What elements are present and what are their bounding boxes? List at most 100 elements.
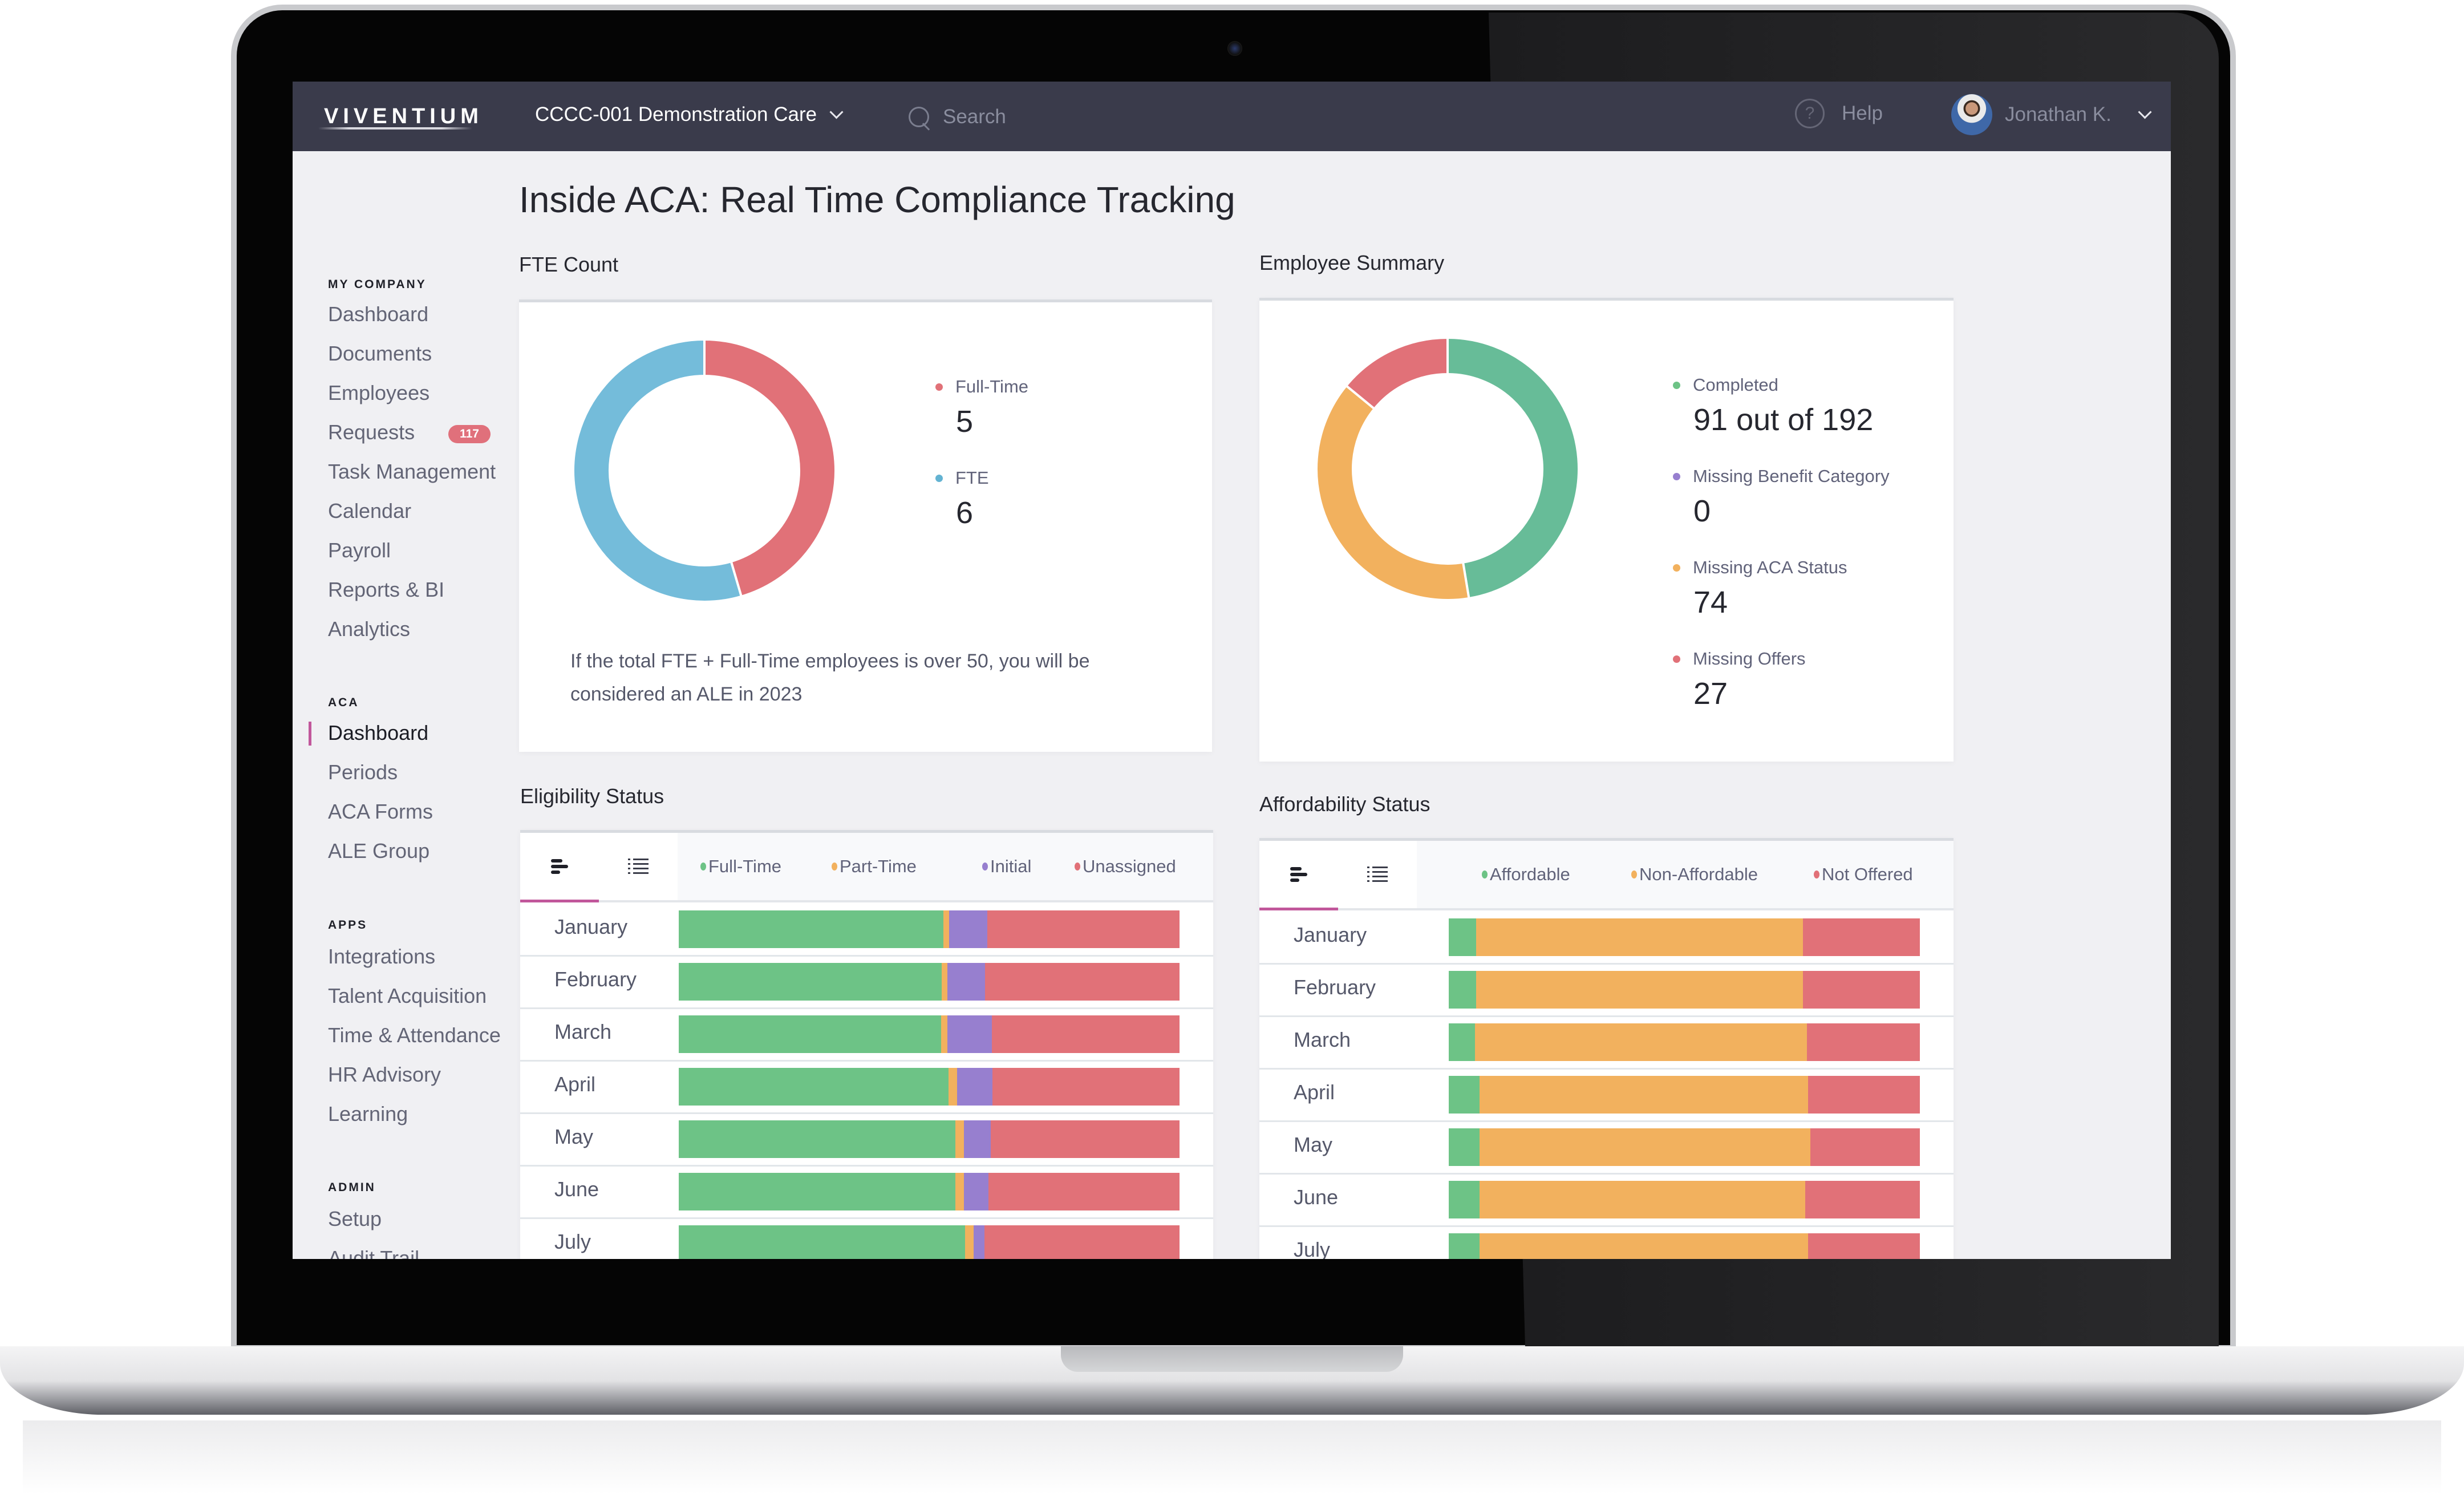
bar-segment-full-time[interactable] <box>679 963 942 1001</box>
user-menu[interactable]: Jonathan K. <box>1951 94 2152 135</box>
bar-segment-affordable[interactable] <box>1449 1181 1480 1218</box>
bar-segment-part-time[interactable] <box>955 1173 964 1210</box>
bar-segment-affordable[interactable] <box>1449 1233 1480 1259</box>
bar-segment-full-time[interactable] <box>679 1173 955 1210</box>
bar-segment-non-affordable[interactable] <box>1476 971 1804 1009</box>
table-row[interactable]: April <box>1259 1068 1954 1122</box>
table-row[interactable]: January <box>1259 910 1954 965</box>
bar-segment-initial[interactable] <box>957 1068 993 1106</box>
bar-segment-affordable[interactable] <box>1449 1023 1476 1061</box>
bar-segment-initial[interactable] <box>963 1173 988 1210</box>
sidebar-item-payroll[interactable]: Payroll <box>328 539 391 562</box>
donut-slice-missing-offers[interactable] <box>1344 336 1449 411</box>
table-row[interactable]: April <box>520 1060 1213 1114</box>
bar-segment-not-offered[interactable] <box>1803 971 1920 1009</box>
bar-segment-affordable[interactable] <box>1449 1128 1480 1166</box>
sidebar-item-reports-bi[interactable]: Reports & BI <box>328 578 444 602</box>
sidebar-item-talent-acquisition[interactable]: Talent Acquisition <box>328 984 487 1008</box>
sidebar: MY COMPANY Dashboard Documents Employees… <box>293 151 509 1259</box>
bar-segment-part-time[interactable] <box>943 910 950 948</box>
bar-segment-part-time[interactable] <box>965 1225 974 1259</box>
bar-segment-affordable[interactable] <box>1449 1076 1480 1114</box>
bar-segment-full-time[interactable] <box>679 1120 955 1158</box>
bar-segment-full-time[interactable] <box>679 1015 942 1053</box>
bar-segment-not-offered[interactable] <box>1810 1128 1920 1166</box>
bar-segment-affordable[interactable] <box>1449 971 1476 1009</box>
table-row[interactable]: May <box>1259 1120 1954 1175</box>
table-row[interactable]: March <box>1259 1015 1954 1070</box>
bar-segment-unassigned[interactable] <box>992 1068 1180 1106</box>
bar-segment-non-affordable[interactable] <box>1479 1181 1806 1218</box>
month-label: April <box>554 1072 596 1096</box>
bar-segment-unassigned[interactable] <box>990 1120 1180 1158</box>
donut-slice-completed[interactable] <box>1446 336 1580 600</box>
table-row[interactable]: June <box>520 1165 1213 1219</box>
table-row[interactable]: July <box>1259 1225 1954 1259</box>
bar-segment-not-offered[interactable] <box>1808 1076 1920 1114</box>
bar-segment-affordable[interactable] <box>1449 918 1476 956</box>
table-row[interactable]: February <box>1259 963 1954 1017</box>
bar-segment-initial[interactable] <box>949 910 987 948</box>
bar-segment-unassigned[interactable] <box>984 1225 1180 1259</box>
stacked-bar <box>1449 971 1920 1009</box>
sidebar-item-analytics[interactable]: Analytics <box>328 617 410 641</box>
bar-segment-initial[interactable] <box>963 1120 991 1158</box>
bar-segment-full-time[interactable] <box>679 1225 966 1259</box>
bar-segment-unassigned[interactable] <box>985 963 1180 1001</box>
sidebar-item-time-attendance[interactable]: Time & Attendance <box>328 1023 501 1047</box>
bar-segment-initial[interactable] <box>947 963 986 1001</box>
bar-segment-part-time[interactable] <box>949 1068 958 1106</box>
table-row[interactable]: June <box>1259 1173 1954 1227</box>
bar-segment-unassigned[interactable] <box>991 1015 1180 1053</box>
sidebar-item-integrations[interactable]: Integrations <box>328 945 435 969</box>
table-row[interactable]: January <box>520 902 1213 957</box>
sidebar-item-dashboard[interactable]: Dashboard <box>328 302 428 326</box>
legend-label: Not Offered <box>1822 864 1913 884</box>
sidebar-item-aca-forms[interactable]: ACA Forms <box>328 800 433 824</box>
bar-segment-not-offered[interactable] <box>1803 918 1920 956</box>
bar-segment-non-affordable[interactable] <box>1475 1023 1807 1061</box>
bar-segment-not-offered[interactable] <box>1806 1023 1920 1061</box>
bar-segment-unassigned[interactable] <box>987 910 1180 948</box>
bar-segment-full-time[interactable] <box>679 1068 949 1106</box>
search-input[interactable]: Search <box>943 106 1006 128</box>
bar-segment-initial[interactable] <box>974 1225 985 1259</box>
donut-slice-missing-aca-status[interactable] <box>1315 384 1470 601</box>
sidebar-item-aca-dashboard[interactable]: Dashboard <box>328 721 428 745</box>
sidebar-item-documents[interactable]: Documents <box>328 342 432 366</box>
bar-segment-initial[interactable] <box>947 1015 992 1053</box>
legend-label: Part-Time <box>840 856 917 876</box>
table-row[interactable]: February <box>520 955 1213 1009</box>
bar-segment-part-time[interactable] <box>941 1015 947 1053</box>
sidebar-item-audit-trail[interactable]: Audit Trail <box>328 1246 419 1259</box>
bar-segment-non-affordable[interactable] <box>1476 918 1804 956</box>
bar-segment-not-offered[interactable] <box>1805 1181 1920 1218</box>
sidebar-item-ale-group[interactable]: ALE Group <box>328 839 429 863</box>
bar-segment-part-time[interactable] <box>941 963 948 1001</box>
bar-segment-non-affordable[interactable] <box>1479 1128 1810 1166</box>
sidebar-item-learning[interactable]: Learning <box>328 1102 408 1126</box>
bar-segment-not-offered[interactable] <box>1808 1233 1920 1259</box>
sidebar-item-setup[interactable]: Setup <box>328 1207 382 1231</box>
company-selector[interactable]: CCCC-001 Demonstration Care <box>535 103 844 126</box>
bar-segment-non-affordable[interactable] <box>1479 1076 1809 1114</box>
sidebar-item-periods[interactable]: Periods <box>328 760 398 784</box>
viventium-logo[interactable]: VIVENTIUM <box>324 104 483 129</box>
sidebar-item-calendar[interactable]: Calendar <box>328 499 411 523</box>
table-row[interactable]: July <box>520 1217 1213 1259</box>
bar-segment-unassigned[interactable] <box>988 1173 1180 1210</box>
donut-slice-full-time[interactable] <box>703 338 837 598</box>
donut-slice-fte[interactable] <box>572 338 743 603</box>
sidebar-item-task-management[interactable]: Task Management <box>328 460 496 484</box>
help-button[interactable]: ? Help <box>1795 99 1883 128</box>
sidebar-item-employees[interactable]: Employees <box>328 381 429 405</box>
table-row[interactable]: May <box>520 1112 1213 1167</box>
table-row[interactable]: March <box>520 1007 1213 1062</box>
bar-segment-part-time[interactable] <box>955 1120 964 1158</box>
bar-segment-full-time[interactable] <box>679 910 944 948</box>
bar-segment-non-affordable[interactable] <box>1479 1233 1809 1259</box>
sidebar-item-hr-advisory[interactable]: HR Advisory <box>328 1063 441 1087</box>
sidebar-item-requests[interactable]: Requests <box>328 420 415 444</box>
search-box[interactable]: Search <box>909 100 1006 134</box>
help-icon: ? <box>1795 99 1825 128</box>
